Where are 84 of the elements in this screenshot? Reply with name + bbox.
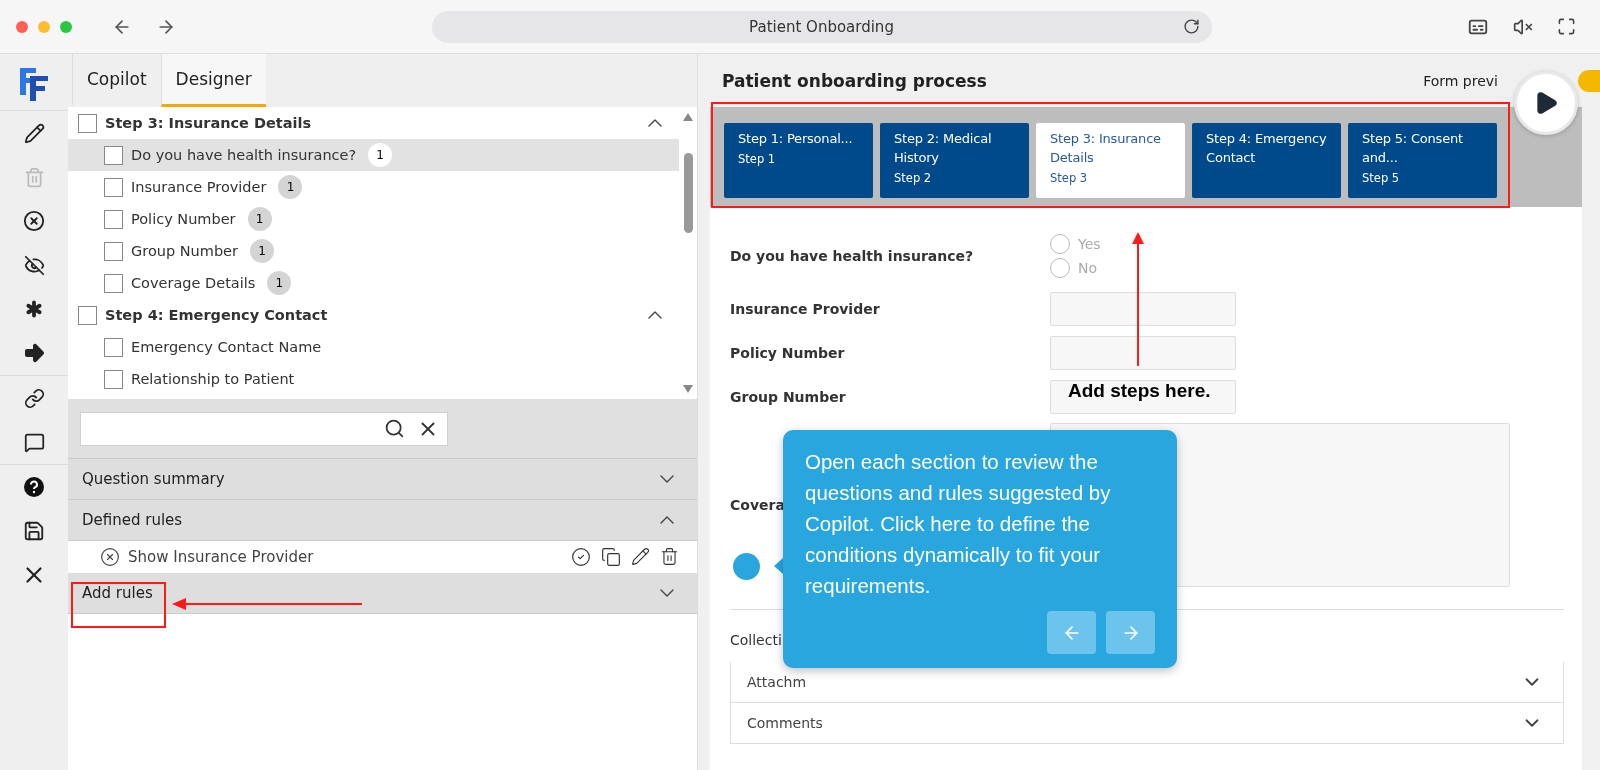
checkbox[interactable] (78, 113, 97, 133)
tree-item-row[interactable]: Do you have health insurance? 1 (68, 139, 679, 171)
step-tab[interactable]: Step 5: Consent and... Step 5 (1348, 123, 1497, 198)
tree-item-row[interactable]: Emergency Contact Name (68, 331, 679, 363)
question-label: Insurance Provider (730, 301, 880, 317)
radio-button[interactable] (1050, 258, 1070, 278)
panel-title: Comments (747, 715, 823, 731)
tree-item: Do you have health insurance? (131, 147, 357, 163)
close-window-dot[interactable] (16, 20, 28, 33)
tree-item: Emergency Contact Name (131, 339, 322, 355)
check-icon[interactable] (571, 547, 591, 567)
tree-item-row[interactable]: Coverage Details 1 (68, 267, 679, 299)
checkbox[interactable] (104, 209, 123, 229)
section-title: Add rules (82, 584, 153, 602)
input-field[interactable] (1050, 292, 1236, 326)
tree-item[interactable]: Step 4: Emergency Contact (105, 307, 328, 323)
tree-item-row[interactable]: Policy Number 1 (68, 203, 679, 235)
tree-item: Group Number (131, 243, 238, 259)
scrollbar-thumb[interactable] (683, 153, 693, 233)
section-title: Defined rules (82, 511, 183, 529)
checkbox[interactable] (104, 337, 123, 357)
search-field[interactable] (80, 411, 448, 446)
section-header[interactable]: Add rules (68, 573, 697, 614)
tree-item: Insurance Provider (131, 179, 267, 195)
trash-icon[interactable] (660, 547, 679, 566)
rule-name[interactable]: Show Insurance Provider (128, 548, 314, 566)
tab[interactable]: Designer (160, 54, 266, 107)
search-icon[interactable] (384, 418, 405, 439)
question-label: Policy Number (730, 345, 845, 361)
radio-label: Yes (1078, 236, 1101, 252)
scroll-up-icon[interactable] (683, 113, 693, 121)
section-header[interactable]: Question summary (68, 459, 697, 500)
count-badge: 1 (368, 143, 393, 167)
preview-label: Form previ (1423, 72, 1498, 89)
logo-icon (18, 66, 50, 102)
form-title: Patient onboarding process (722, 70, 987, 91)
fullscreen-icon[interactable] (1557, 17, 1576, 36)
scroll-down-icon[interactable] (683, 385, 693, 393)
preview-toggle[interactable] (1578, 69, 1600, 92)
section-title: Question summary (82, 470, 225, 488)
section-header[interactable]: Defined rules (68, 500, 697, 541)
tree-item: Relationship to Patient (131, 371, 295, 387)
question-label: Group Number (730, 389, 846, 405)
input-field[interactable] (1050, 380, 1236, 414)
panel-title: Attachm (747, 674, 807, 690)
count-badge: 1 (247, 207, 272, 231)
count-badge: 1 (267, 271, 292, 295)
mute-icon[interactable] (1513, 16, 1533, 37)
checkbox[interactable] (104, 241, 123, 261)
refresh-icon[interactable] (1182, 17, 1200, 35)
step-tab[interactable]: Step 3: Insurance Details Step 3 (1036, 123, 1185, 198)
checkbox[interactable] (104, 369, 123, 389)
step-tab[interactable]: Step 4: Emergency Contact (1192, 123, 1341, 198)
minimize-window-dot[interactable] (38, 20, 50, 33)
checkbox[interactable] (78, 305, 97, 325)
radio-button[interactable] (1050, 234, 1070, 254)
copy-icon[interactable] (601, 547, 621, 567)
tree-item-row[interactable]: Group Number 1 (68, 235, 679, 267)
question-label: Covera (730, 497, 785, 513)
collection-label: Collecti (730, 632, 782, 648)
maximize-window-dot[interactable] (60, 20, 72, 33)
window-title: Patient Onboarding (749, 17, 894, 36)
tooltip-text: Open each section to review the questions and rules suggested by Copilot. Click here to define the conditions dynamically to fit your requirements. (805, 449, 1112, 599)
checkbox[interactable] (104, 273, 123, 293)
count-badge: 1 (250, 239, 274, 263)
pencil-icon[interactable] (631, 547, 650, 566)
tree-item: Coverage Details (131, 275, 256, 291)
step-tab[interactable]: Step 2: Medical History Step 2 (880, 123, 1029, 198)
count-badge: 1 (278, 175, 303, 199)
input-field[interactable] (1050, 336, 1236, 370)
radio-label: No (1078, 260, 1098, 276)
circle-x-icon[interactable] (100, 547, 120, 567)
tree-item[interactable]: Step 3: Insurance Details (105, 115, 312, 131)
tree-item-row[interactable]: Insurance Provider 1 (68, 171, 679, 203)
annotation-label: Add steps here. (1068, 380, 1211, 402)
address-bar[interactable]: Patient Onboarding (431, 10, 1212, 43)
question-label: Do you have health insurance? (730, 248, 974, 264)
tab[interactable]: Copilot (72, 54, 161, 107)
tree-item: Policy Number (131, 211, 236, 227)
checkbox[interactable] (104, 177, 123, 197)
step-tab[interactable]: Step 1: Personal... Step 1 (724, 123, 873, 198)
tree-item-row[interactable]: Relationship to Patient (68, 363, 679, 395)
collapsible-panel[interactable]: Comments (730, 703, 1564, 744)
checkbox[interactable] (104, 145, 123, 165)
